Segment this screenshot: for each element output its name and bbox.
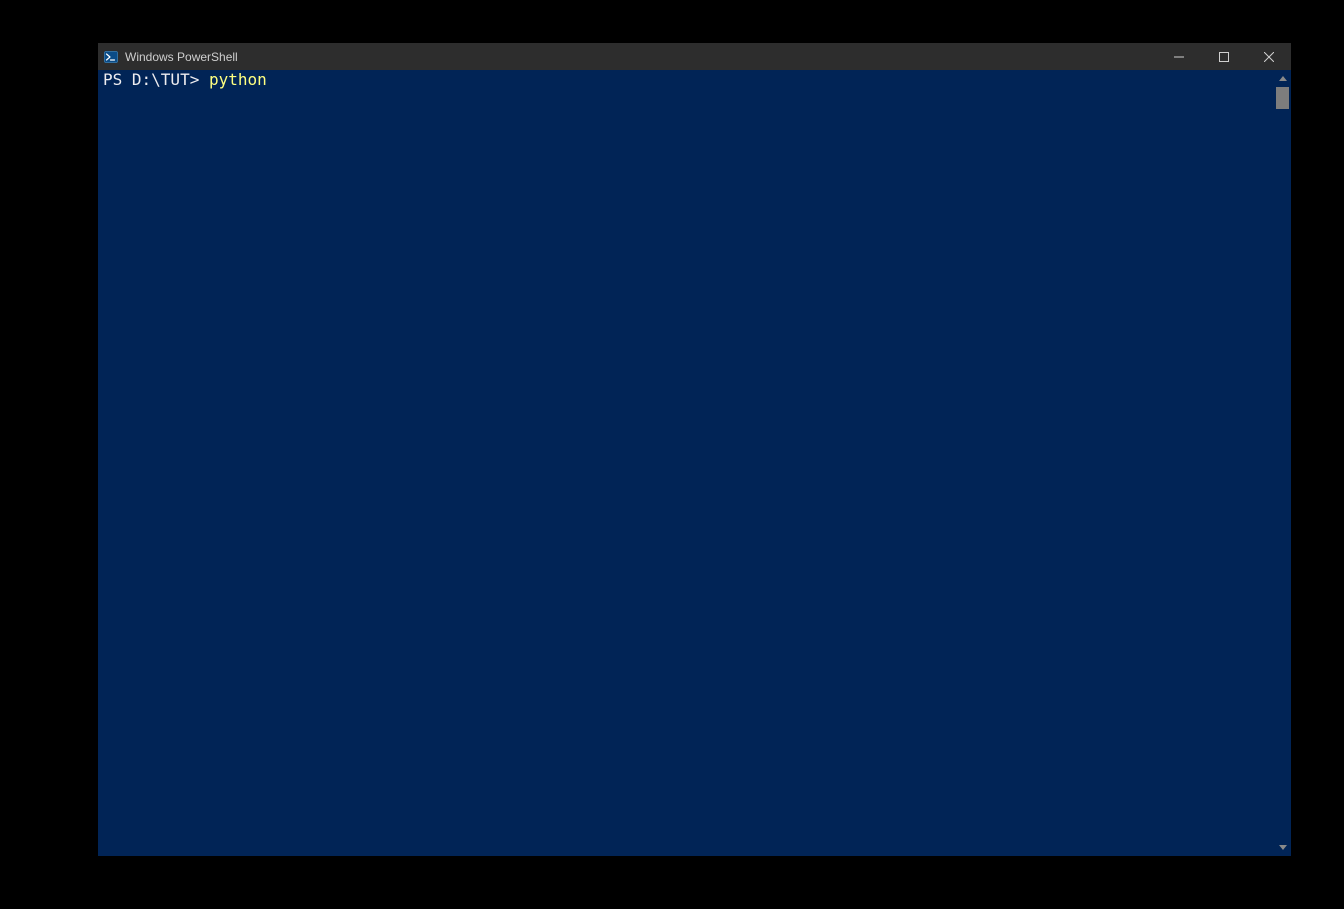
- maximize-button[interactable]: [1201, 43, 1246, 70]
- close-button[interactable]: [1246, 43, 1291, 70]
- prompt-text: PS D:\TUT>: [103, 70, 209, 89]
- titlebar[interactable]: Windows PowerShell: [98, 43, 1291, 70]
- scroll-thumb[interactable]: [1276, 87, 1289, 109]
- window-controls: [1156, 43, 1291, 70]
- scroll-down-arrow-icon[interactable]: [1274, 839, 1291, 856]
- terminal-area: PS D:\TUT> python: [98, 70, 1291, 856]
- window-title: Windows PowerShell: [125, 50, 238, 64]
- powershell-window: Windows PowerShell PS D:\TUT> python: [98, 43, 1291, 856]
- vertical-scrollbar[interactable]: [1274, 70, 1291, 856]
- scroll-up-arrow-icon[interactable]: [1274, 70, 1291, 87]
- minimize-button[interactable]: [1156, 43, 1201, 70]
- powershell-icon: [104, 50, 118, 64]
- terminal-content[interactable]: PS D:\TUT> python: [98, 70, 1274, 856]
- titlebar-left: Windows PowerShell: [98, 50, 238, 64]
- scroll-track[interactable]: [1274, 87, 1291, 839]
- command-text: python: [209, 70, 267, 89]
